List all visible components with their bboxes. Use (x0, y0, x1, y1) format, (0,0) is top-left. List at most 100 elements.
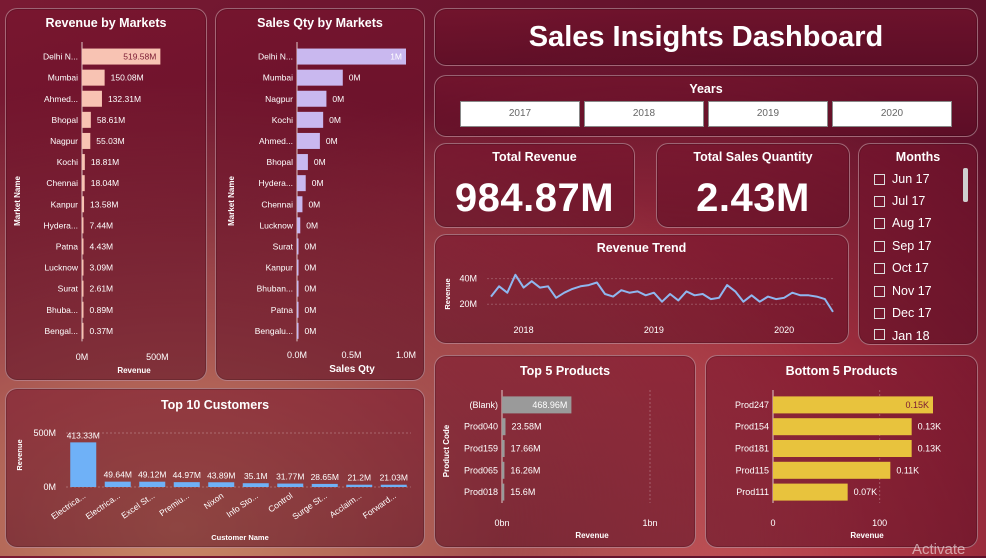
category-label: (Blank) (469, 400, 498, 410)
bar (502, 418, 506, 436)
month-label: Jan 18 (892, 329, 930, 342)
watermark-text: Activate (912, 541, 966, 558)
category-label: Chennai (261, 199, 293, 209)
x-tick-label: 1bn (642, 518, 657, 528)
year-button-2020[interactable]: 2020 (832, 101, 952, 127)
data-label: 0M (314, 157, 326, 167)
x-axis-title: Revenue (850, 531, 884, 540)
title-card: Sales Insights Dashboard (434, 8, 978, 66)
x-tick-label: 2018 (514, 325, 534, 335)
category-label: Hydera... (259, 178, 294, 188)
data-label: 0.13K (918, 444, 942, 454)
bar (82, 196, 85, 213)
bar (297, 154, 308, 171)
month-item-dec17[interactable]: Dec 17 (874, 306, 932, 320)
checkbox-icon[interactable] (874, 173, 885, 185)
bottom-products-card: Bottom 5 Products 0 100 Prod247 0.15K Prod15… (705, 355, 978, 548)
bar (242, 483, 269, 487)
bar (82, 322, 84, 339)
checkbox-icon[interactable] (874, 285, 885, 297)
bar (82, 280, 84, 297)
checkbox-icon[interactable] (874, 329, 885, 340)
data-label: 0M (312, 178, 324, 188)
month-item-jul17[interactable]: Jul 17 (874, 194, 925, 208)
y-tick-label: 0M (43, 482, 56, 492)
checkbox-icon[interactable] (874, 262, 885, 274)
bar (297, 132, 320, 149)
bar (82, 238, 84, 255)
sales-qty-by-markets-chart: 0.0M 0.5M 1.0M Delhi N... 1M Mumbai 0M Nagpur 0M… (227, 42, 416, 375)
category-label: Ahmed... (259, 136, 293, 146)
data-label: 13.58M (90, 199, 118, 209)
checkbox-icon[interactable] (874, 195, 885, 207)
x-axis-title: Customer Name (211, 533, 269, 542)
bar (502, 440, 505, 457)
month-item-jan18[interactable]: Jan 18 (874, 329, 930, 342)
month-item-nov17[interactable]: Nov 17 (874, 284, 932, 298)
year-button-2017[interactable]: 2017 (460, 101, 580, 127)
data-label: 413.33M (67, 430, 100, 440)
data-label: 0M (305, 241, 317, 251)
top-customers-chart: 0M 500M 413.33M Electrica... 49.64M Electrica… (15, 428, 411, 542)
bar (502, 461, 505, 479)
months-slicer-title: Months (895, 150, 941, 164)
top-products-card: Top 5 Products 0bn 1bn (Blank) 468.96M Prod0… (434, 355, 696, 548)
year-button-2019[interactable]: 2019 (708, 101, 828, 127)
months-scrollbar[interactable] (963, 168, 968, 202)
bar (773, 483, 848, 501)
month-item-aug17[interactable]: Aug 17 (874, 216, 932, 230)
y-axis-title: Market Name (13, 176, 22, 226)
bar (297, 322, 299, 339)
y-axis-title: Revenue (443, 278, 452, 309)
bar (297, 238, 299, 255)
category-label: Acclaim... (327, 490, 363, 519)
total-sales-qty-label: Total Sales Quantity (693, 150, 813, 164)
bar (773, 440, 912, 457)
years-slicer-title: Years (689, 82, 723, 96)
revenue-trend-line (490, 273, 834, 313)
bar (208, 482, 235, 487)
bar (82, 69, 105, 86)
checkbox-icon[interactable] (874, 307, 885, 319)
y-tick-label: 40M (459, 274, 477, 284)
x-axis-title: Sales Qty (329, 364, 375, 375)
top-customers-card: Top 10 Customers 0M 500M 413.33M Electrica.… (5, 388, 425, 548)
category-label: Electrica... (49, 490, 87, 521)
category-label: Mumbai (263, 73, 293, 83)
month-item-jun17[interactable]: Jun 17 (874, 172, 930, 186)
data-label: 2.61M (90, 284, 114, 294)
data-label: 3.09M (90, 263, 114, 273)
bar (82, 154, 85, 171)
top-products-chart: 0bn 1bn (Blank) 468.96M Prod040 23.58M Prod159… (442, 390, 658, 540)
month-item-oct17[interactable]: Oct 17 (874, 261, 929, 275)
category-label: Nixon (202, 490, 226, 511)
total-sales-qty-value: 2.43M (696, 176, 810, 220)
category-label: Prod065 (464, 465, 498, 475)
month-item-sep17[interactable]: Sep 17 (874, 239, 932, 253)
bar (82, 175, 85, 192)
checkbox-icon[interactable] (874, 217, 885, 229)
bar (297, 196, 303, 213)
data-label: 43.89M (207, 470, 235, 480)
bar (502, 483, 505, 501)
dashboard-title: Sales Insights Dashboard (528, 21, 884, 53)
bar (380, 484, 407, 487)
bar (82, 259, 84, 276)
data-label: 18.04M (91, 178, 119, 188)
category-label: Kochi (57, 157, 78, 167)
bar (297, 301, 299, 318)
data-label: 1M (390, 52, 402, 62)
bar (104, 481, 131, 487)
data-label: 0M (332, 94, 344, 104)
x-axis-title: Revenue (117, 366, 151, 375)
category-label: Prod159 (464, 444, 498, 454)
checkbox-icon[interactable] (874, 240, 885, 252)
category-label: Ahmed... (44, 94, 78, 104)
bar (70, 442, 97, 487)
year-button-2018[interactable]: 2018 (584, 101, 704, 127)
category-label: Bengalu... (255, 326, 293, 336)
bar (297, 280, 299, 297)
category-label: Lucknow (44, 263, 78, 273)
data-label: 0.13K (918, 422, 942, 432)
data-label: 468.96M (532, 400, 567, 410)
